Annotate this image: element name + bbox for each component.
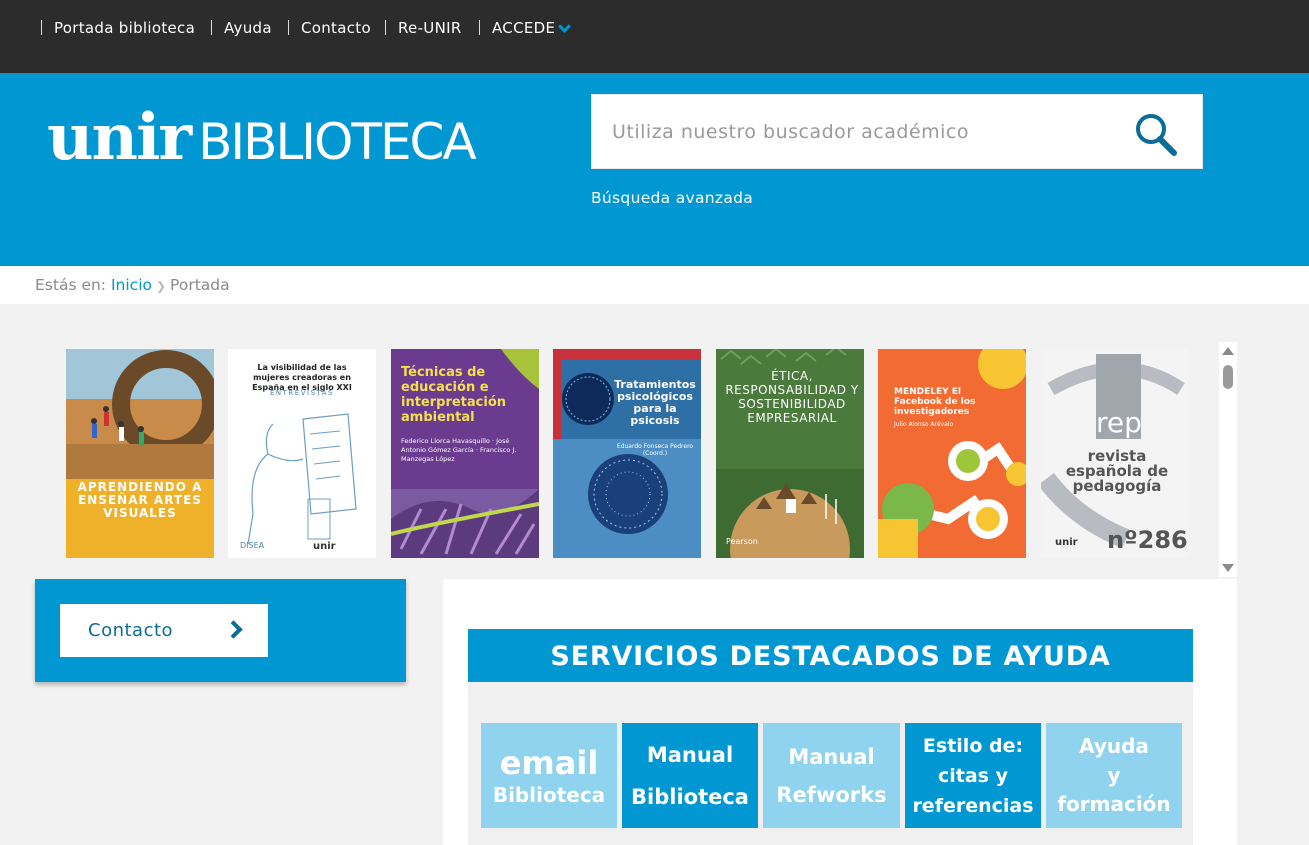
book-title: revista española de pedagogía	[1065, 447, 1169, 495]
contact-button-label: Contacto	[88, 620, 174, 641]
breadcrumb-chevron-icon: ❯	[155, 279, 167, 293]
service-label-line3: referencias	[912, 794, 1034, 817]
site-header: unirBIBLIOTECA Búsqueda avanzada	[0, 73, 1309, 266]
book-authors: Eduardo Fonseca Pedrero (Coord.)	[616, 443, 694, 457]
logo-text: BIBLIOTECA	[198, 113, 477, 171]
service-label-line1: Ayuda	[1079, 734, 1149, 758]
nav-accede[interactable]: ACCEDE	[479, 19, 572, 37]
service-manual-refworks[interactable]: Manual Refworks	[763, 723, 900, 828]
service-label-line1: Manual	[646, 742, 734, 767]
book-cover-tecnicas-educacion[interactable]: Técnicas de educación e interpretación a…	[391, 349, 539, 558]
scrollbar-thumb[interactable]	[1223, 365, 1233, 389]
chevron-right-icon	[224, 620, 243, 639]
advanced-search-link[interactable]: Búsqueda avanzada	[591, 189, 753, 207]
book-subtitle: ENTREVISTAS	[270, 389, 334, 397]
search-input[interactable]	[612, 113, 1112, 151]
book-cover-revista-pedagogia[interactable]: rep revista española de pedagogía unir n…	[1041, 349, 1189, 558]
breadcrumb: Estás en: Inicio ❯ Portada	[0, 266, 1309, 304]
book-authors: Julio Alonso Arévalo	[894, 421, 954, 428]
unir-small-logo: unir	[1055, 537, 1078, 548]
service-ayuda-formacion[interactable]: Ayuda y formación	[1046, 723, 1182, 828]
services-panel: SERVICIOS DESTACADOS DE AYUDA email Bibl…	[443, 579, 1237, 845]
book-cover-visibilidad-mujeres[interactable]: La visibilidad de las mujeres creadoras …	[228, 349, 376, 558]
publisher-disea-text: DISEA	[240, 541, 265, 550]
service-label-line1: Manual	[788, 744, 875, 769]
rep-logo: rep	[1096, 406, 1142, 439]
book-title: MENDELEY El Facebook de los investigador…	[894, 387, 976, 417]
nav-ayuda[interactable]: Ayuda	[211, 19, 272, 37]
book-cover-tratamientos-psicosis[interactable]: Tratamientos psicológicos para la psicos…	[553, 349, 701, 558]
book-publisher: Pearson	[726, 537, 758, 546]
contact-button[interactable]: Contacto	[60, 604, 268, 657]
nav-contacto[interactable]: Contacto	[288, 19, 371, 37]
service-label-line1: Estilo de:	[922, 734, 1024, 757]
book-carousel: APRENDIENDO A ENSEÑAR ARTES VISUALES La …	[63, 345, 1219, 560]
service-label-line2: y	[1107, 763, 1121, 787]
book-cover-image	[66, 349, 214, 558]
service-email-biblioteca[interactable]: email Biblioteca	[481, 723, 617, 828]
scroll-down-arrow-icon[interactable]	[1222, 564, 1234, 572]
service-label-line3: formación	[1057, 792, 1171, 816]
breadcrumb-current: Portada	[170, 276, 230, 294]
breadcrumb-prefix: Estás en:	[35, 276, 107, 294]
book-cover-artes-visuales[interactable]: APRENDIENDO A ENSEÑAR ARTES VISUALES	[66, 349, 214, 558]
logo-brand: unir	[47, 100, 192, 175]
contact-card: Contacto	[35, 579, 406, 682]
search-icon[interactable]	[1132, 111, 1178, 157]
book-title: ÉTICA, RESPONSABILIDAD Y SOSTENIBILIDAD …	[725, 369, 859, 425]
service-label-line2: Refworks	[776, 782, 887, 807]
carousel-scrollbar[interactable]	[1219, 342, 1237, 577]
book-title: Tratamientos psicológicos para la psicos…	[614, 378, 696, 427]
nav-portada-biblioteca[interactable]: Portada biblioteca	[41, 19, 195, 37]
nav-re-unir[interactable]: Re-UNIR	[385, 19, 462, 37]
nav-accede-label: ACCEDE	[492, 19, 556, 37]
book-illustration	[247, 413, 357, 545]
service-estilo-citas[interactable]: Estilo de: citas y referencias	[905, 723, 1041, 828]
book-cover-image	[878, 349, 1026, 558]
book-title: APRENDIENDO A ENSEÑAR ARTES VISUALES	[77, 480, 203, 520]
breadcrumb-home-link[interactable]: Inicio	[111, 276, 152, 294]
book-cover-mendeley[interactable]: MENDELEY El Facebook de los investigador…	[878, 349, 1026, 558]
unir-small-logo: unir	[313, 541, 336, 552]
service-label-line2: Biblioteca	[631, 784, 749, 809]
chevron-down-icon	[558, 20, 572, 33]
service-label-line2: citas y	[938, 764, 1008, 787]
services-title: SERVICIOS DESTACADOS DE AYUDA	[468, 629, 1193, 682]
service-manual-biblioteca[interactable]: Manual Biblioteca	[622, 723, 758, 828]
scroll-up-arrow-icon[interactable]	[1222, 347, 1234, 355]
search-box	[591, 94, 1203, 169]
unir-biblioteca-logo[interactable]: unir BIBLIOTECA	[47, 98, 477, 178]
book-cover-etica-responsabilidad[interactable]: ÉTICA, RESPONSABILIDAD Y SOSTENIBILIDAD …	[716, 349, 864, 558]
services-box: SERVICIOS DESTACADOS DE AYUDA email Bibl…	[468, 629, 1193, 845]
issue-number: nº286	[1107, 526, 1188, 554]
book-title: Técnicas de educación e interpretación a…	[401, 365, 507, 425]
top-navigation-bar: Portada biblioteca Ayuda Contacto Re-UNI…	[0, 0, 1309, 73]
service-label-line1: email	[499, 743, 599, 782]
book-authors: Federico Llorca Havasquillo · José Anton…	[401, 437, 517, 463]
service-label-line2: Biblioteca	[492, 782, 606, 807]
